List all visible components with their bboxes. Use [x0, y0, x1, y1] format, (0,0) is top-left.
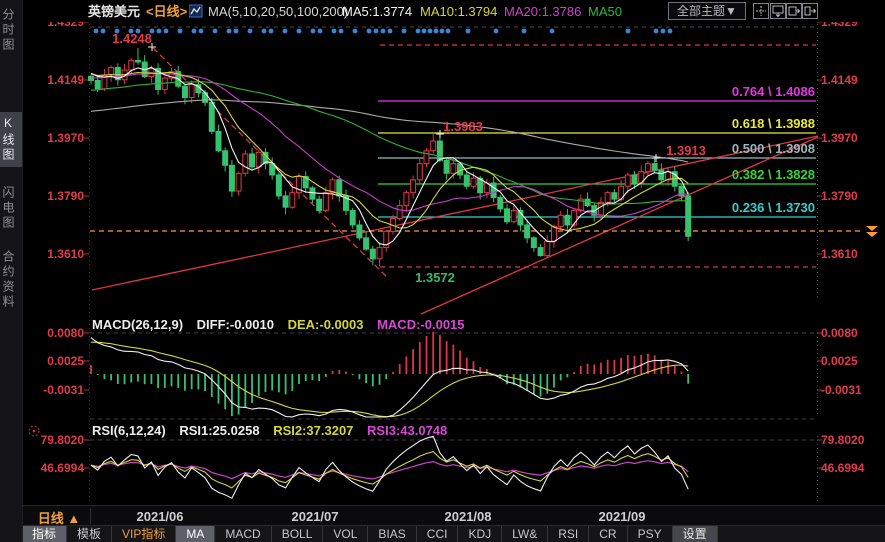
toolbar-tab-7[interactable]: VOL — [323, 526, 368, 542]
sidebar-item-1[interactable]: 分时图 — [0, 4, 22, 57]
toolbar-tab-8[interactable]: BIAS — [368, 526, 416, 542]
toolbar-tab-12[interactable]: RSI — [548, 526, 589, 542]
date-label-2: 2021/07 — [292, 509, 339, 524]
topbar: 英镑美元 <日线> MA(5,10,20,50,100,200) MA5:1.3… — [22, 0, 885, 22]
toolbar-tab-15[interactable]: 设置 — [673, 526, 718, 542]
rsi1-value: RSI1:25.0258 — [179, 423, 259, 438]
toolbar-tab-1[interactable]: 指标 — [22, 526, 67, 542]
period-tag: <日线> — [146, 4, 187, 19]
pane-right-icon[interactable] — [786, 3, 802, 19]
toolbar-tab-9[interactable]: CCI — [417, 526, 459, 542]
theme-dropdown-button[interactable]: 全部主题▼ — [668, 2, 746, 20]
toolbar-tab-13[interactable]: CR — [589, 526, 627, 542]
ma-settings-label: MA(5,10,20,50,100,200) — [208, 4, 348, 19]
ma50-value: MA50 — [588, 4, 622, 19]
pane-out-icon[interactable] — [802, 3, 818, 19]
pane-down-icon[interactable] — [770, 3, 786, 19]
indicator-toolbar: 指标模板VIP指标MAMACDBOLLVOLBIASCCIKDJLW&RSICR… — [22, 525, 885, 542]
ma5-value: MA5:1.3774 — [342, 4, 412, 19]
sidebar-item-3[interactable]: 闪电图 — [0, 182, 22, 235]
period-selector[interactable]: 日线 ▲ — [28, 508, 91, 524]
rsi-header: RSI(6,12,24) RSI1:25.0258 RSI2:37.3207 R… — [92, 423, 457, 438]
symbol-title: 英镑美元 — [88, 4, 140, 19]
date-label-4: 2021/09 — [599, 509, 646, 524]
toolbar-tab-5[interactable]: MACD — [215, 526, 271, 542]
left-sidebar: 分时图 K线图闪电图合约资料 — [0, 0, 23, 542]
xaxis-strip: 日线 ▲ 2021/06 2021/07 2021/08 2021/09 — [22, 505, 885, 526]
rsi3-value: RSI3:43.0748 — [367, 423, 447, 438]
toolbar-tab-14[interactable]: PSY — [628, 526, 673, 542]
ma10-value: MA10:1.3794 — [420, 4, 497, 19]
app-window: 1.43291.41491.39701.37901.36101.43291.41… — [0, 0, 885, 542]
toolbar-tab-10[interactable]: KDJ — [458, 526, 502, 542]
toolbar-tab-11[interactable]: LW& — [502, 526, 548, 542]
toolbar-tab-3[interactable]: VIP指标 — [112, 526, 176, 542]
macd-params: MACD(26,12,9) — [92, 317, 183, 332]
date-label-1: 2021/06 — [137, 509, 184, 524]
macd-header: MACD(26,12,9) DIFF:-0.0010 DEA:-0.0003 M… — [92, 317, 475, 332]
sidebar-item-2[interactable]: K线图 — [0, 112, 22, 167]
macd-value: MACD:-0.0015 — [377, 317, 464, 332]
toolbar-tab-2[interactable]: 模板 — [67, 526, 112, 542]
toolbar-tab-6[interactable]: BOLL — [272, 526, 324, 542]
date-label-3: 2021/08 — [445, 509, 492, 524]
ma20-value: MA20:1.3786 — [504, 4, 581, 19]
pan-icon[interactable] — [753, 3, 769, 19]
rsi-params: RSI(6,12,24) — [92, 423, 166, 438]
rsi2-value: RSI2:37.3207 — [273, 423, 353, 438]
toolbar-tab-4[interactable]: MA — [176, 526, 215, 542]
macd-diff-value: DIFF:-0.0010 — [197, 317, 274, 332]
chart-type-icon — [189, 4, 203, 18]
macd-dea-value: DEA:-0.0003 — [288, 317, 364, 332]
sidebar-item-4[interactable]: 合约资料 — [0, 246, 22, 314]
